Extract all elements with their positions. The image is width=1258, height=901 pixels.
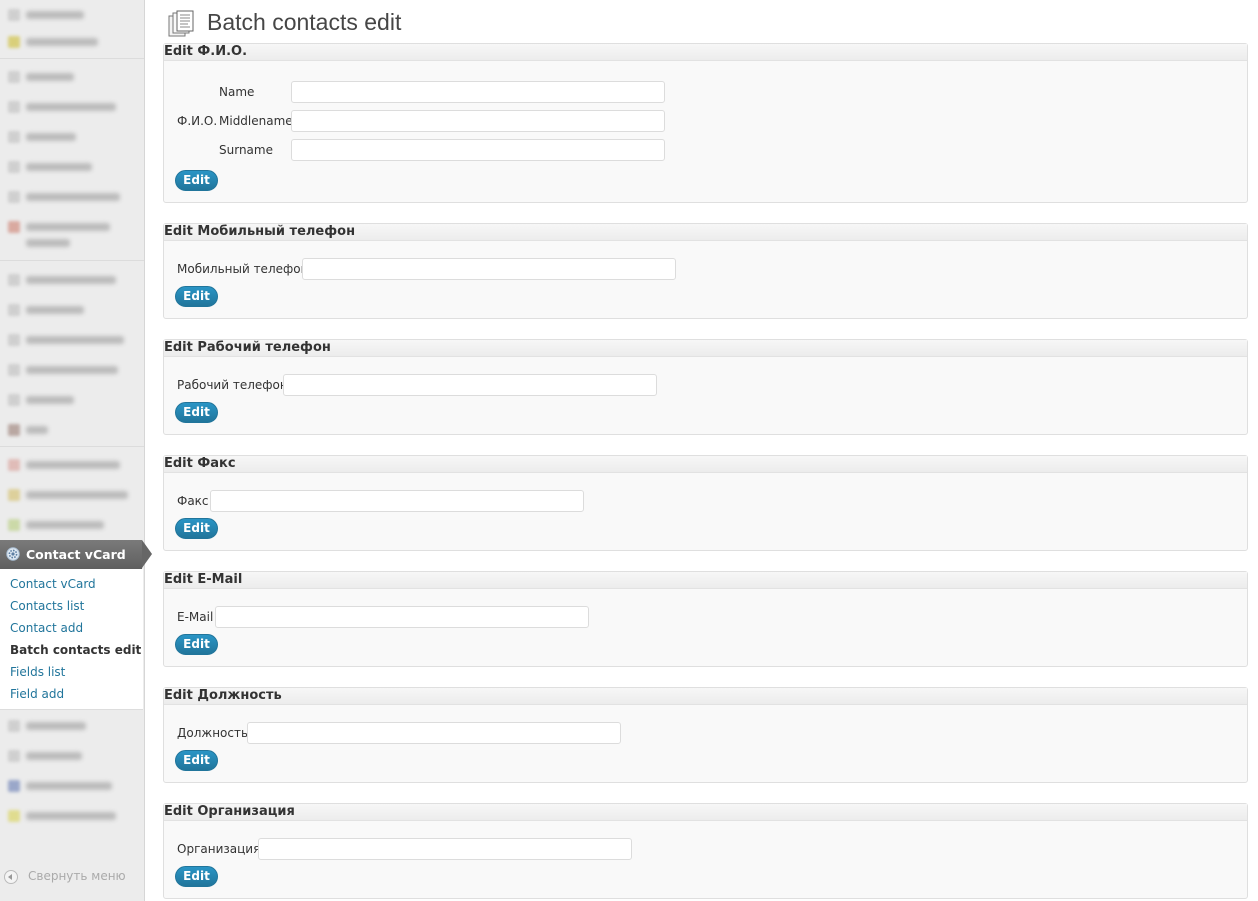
edit-section-mobile-phone: Edit Мобильный телефон Мобильный телефон…	[163, 223, 1248, 319]
submenu-item-fields-list[interactable]: Fields list	[10, 665, 65, 679]
sidebar-item-blurred[interactable]	[0, 450, 144, 480]
submenu-item-contacts-list[interactable]: Contacts list	[10, 599, 84, 613]
mobile-phone-input[interactable]	[302, 258, 676, 280]
organization-input[interactable]	[258, 838, 632, 860]
sidebar-separator	[0, 58, 144, 59]
sidebar-item-blurred[interactable]	[0, 741, 144, 771]
field-label-email: E-Mail	[177, 610, 214, 624]
sidebar-current-label: Contact vCard	[26, 547, 126, 562]
main-content: Batch contacts edit Edit Ф.И.О. Ф.И.О. N…	[163, 0, 1248, 901]
sidebar-item-blurred[interactable]	[0, 325, 144, 355]
section-title: Edit Организация	[164, 804, 295, 819]
submenu-item-field-add[interactable]: Field add	[10, 687, 64, 701]
name-input[interactable]	[291, 81, 665, 103]
sidebar-item-blurred[interactable]	[0, 122, 144, 152]
sidebar-item-blurred[interactable]	[0, 295, 144, 325]
section-header	[164, 456, 1247, 473]
sidebar-separator	[0, 446, 144, 447]
field-label-work-phone: Рабочий телефон	[177, 378, 288, 392]
edit-section-organization: Edit Организация Организация Edit	[163, 803, 1248, 899]
field-label-middlename: Middlename	[219, 114, 293, 128]
section-title: Edit Ф.И.О.	[164, 44, 248, 59]
sidebar-submenu: Contact vCard Contacts list Contact add …	[0, 569, 143, 710]
fax-input[interactable]	[210, 490, 584, 512]
sidebar-item-blurred[interactable]	[0, 385, 144, 415]
field-label-position: Должность	[177, 726, 249, 740]
sidebar-item-blurred[interactable]	[0, 355, 144, 385]
section-title: Edit Факс	[164, 456, 236, 471]
sidebar-item-blurred[interactable]	[0, 415, 144, 445]
sidebar-separator	[0, 260, 144, 261]
edit-button[interactable]: Edit	[175, 866, 218, 887]
edit-section-email: Edit E-Mail E-Mail Edit	[163, 571, 1248, 667]
section-title: Edit Должность	[164, 688, 282, 703]
sidebar-item-blurred[interactable]	[0, 771, 144, 801]
submenu-item-batch-contacts-edit[interactable]: Batch contacts edit	[10, 643, 141, 657]
sidebar-item-blurred[interactable]	[0, 711, 144, 741]
field-label-surname: Surname	[219, 143, 273, 157]
section-header	[164, 44, 1247, 61]
edit-button[interactable]: Edit	[175, 750, 218, 771]
gear-icon	[6, 547, 20, 561]
field-label-fax: Факс	[177, 494, 209, 508]
sidebar-item-blurred[interactable]	[0, 212, 144, 256]
edit-button[interactable]: Edit	[175, 518, 218, 539]
email-input[interactable]	[215, 606, 589, 628]
section-title: Edit Мобильный телефон	[164, 224, 356, 239]
page-title: Batch contacts edit	[207, 9, 402, 35]
document-icon	[168, 10, 194, 37]
edit-section-fax: Edit Факс Факс Edit	[163, 455, 1248, 551]
position-input[interactable]	[247, 722, 621, 744]
collapse-arrow-icon	[4, 870, 18, 884]
work-phone-input[interactable]	[283, 374, 657, 396]
section-header	[164, 804, 1247, 821]
section-title: Edit Рабочий телефон	[164, 340, 331, 355]
admin-sidebar: Contact vCard Contact vCard Contacts lis…	[0, 0, 152, 901]
sidebar-item-blurred[interactable]	[0, 62, 144, 92]
surname-input[interactable]	[291, 139, 665, 161]
edit-section-work-phone: Edit Рабочий телефон Рабочий телефон Edi…	[163, 339, 1248, 435]
field-label-mobile-phone: Мобильный телефон	[177, 262, 309, 276]
collapse-menu-label: Свернуть меню	[28, 869, 126, 883]
section-header	[164, 572, 1247, 589]
sidebar-item-blurred[interactable]	[0, 182, 144, 212]
edit-section-fio: Edit Ф.И.О. Ф.И.О. Name Middlename Surna…	[163, 43, 1248, 203]
section-header	[164, 688, 1247, 705]
field-label-name: Name	[219, 85, 255, 99]
section-title: Edit E-Mail	[164, 572, 243, 587]
submenu-item-contact-add[interactable]: Contact add	[10, 621, 83, 635]
sidebar-item-blurred[interactable]	[0, 0, 144, 30]
current-menu-arrow	[142, 540, 152, 568]
edit-button[interactable]: Edit	[175, 402, 218, 423]
edit-section-position: Edit Должность Должность Edit	[163, 687, 1248, 783]
edit-button[interactable]: Edit	[175, 286, 218, 307]
sidebar-item-blurred[interactable]	[0, 152, 144, 182]
edit-button[interactable]: Edit	[175, 634, 218, 655]
sidebar-item-blurred[interactable]	[0, 801, 144, 831]
collapse-menu-button[interactable]: Свернуть меню	[4, 868, 144, 886]
sidebar-item-blurred[interactable]	[0, 510, 144, 540]
middlename-input[interactable]	[291, 110, 665, 132]
edit-button[interactable]: Edit	[175, 170, 218, 191]
sidebar-item-blurred[interactable]	[0, 265, 144, 295]
sidebar-item-contact-vcard[interactable]: Contact vCard	[0, 540, 152, 569]
sidebar-item-blurred[interactable]	[0, 480, 144, 510]
sidebar-item-blurred[interactable]	[0, 27, 144, 57]
group-label: Ф.И.О.	[177, 114, 218, 128]
sidebar-item-blurred[interactable]	[0, 92, 144, 122]
submenu-item-contact-vcard[interactable]: Contact vCard	[10, 577, 96, 591]
field-label-organization: Организация	[177, 842, 261, 856]
